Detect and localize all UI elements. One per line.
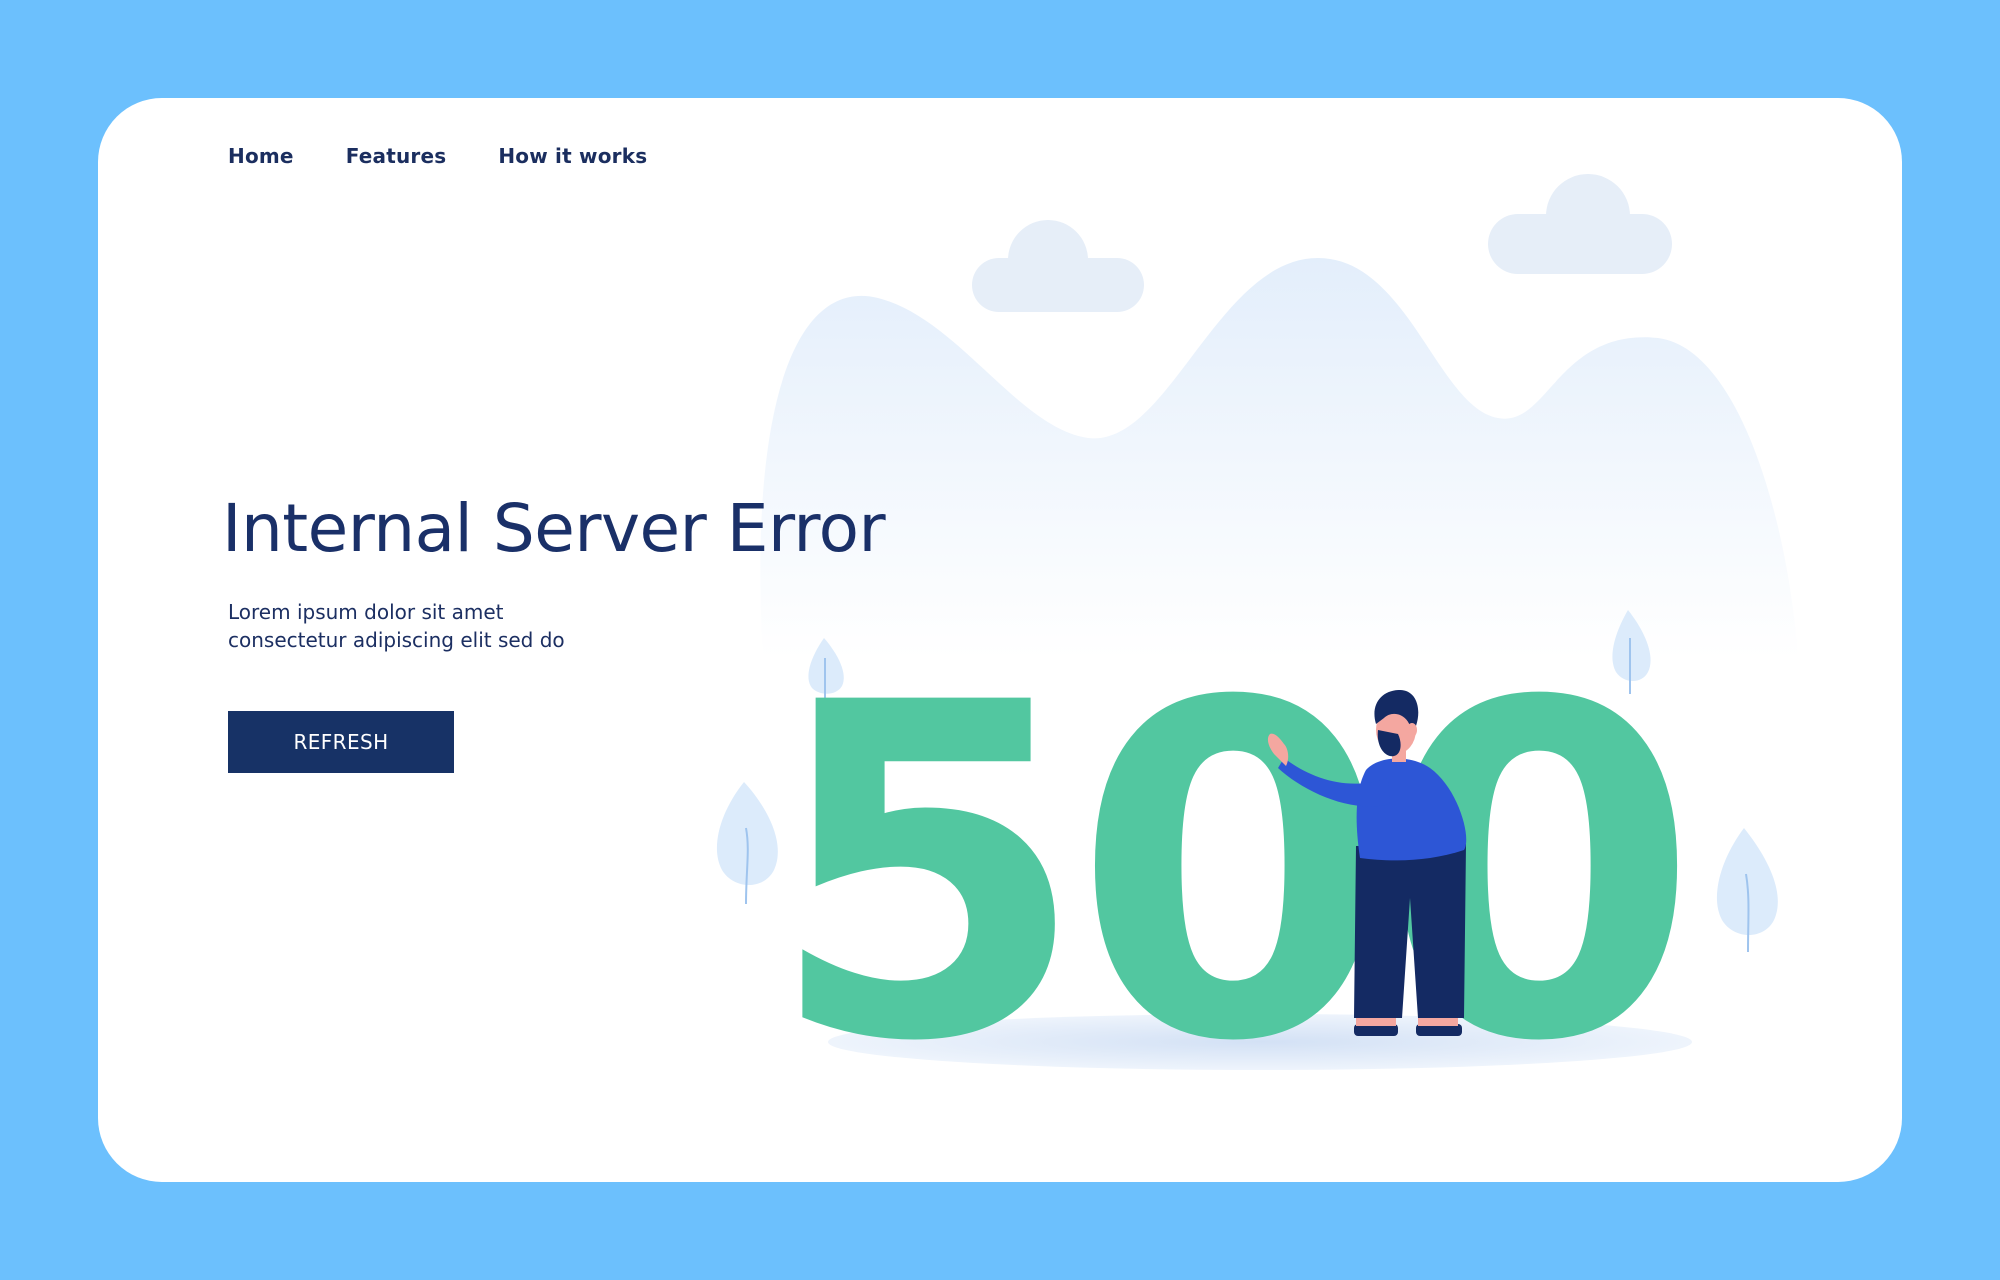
top-nav: Home Features How it works: [228, 144, 647, 168]
description-line-1: Lorem ipsum dolor sit amet: [228, 600, 504, 624]
person-figure: [1267, 690, 1467, 1036]
nav-item-how-it-works[interactable]: How it works: [498, 144, 647, 168]
tree-2: [716, 782, 778, 905]
main-card: 500 Home Features How it works Internal …: [98, 98, 1902, 1182]
error-code-text: 500: [767, 607, 1685, 1142]
page-description: Lorem ipsum dolor sit amet consectetur a…: [228, 598, 648, 654]
tree-3: [1612, 610, 1651, 694]
nav-item-home[interactable]: Home: [228, 144, 294, 168]
ground-shadow: [828, 1014, 1692, 1070]
page-title: Internal Server Error: [222, 490, 886, 567]
tree-1: [808, 638, 844, 706]
cloud-right: [1488, 174, 1672, 274]
cloud-left: [972, 220, 1144, 312]
nav-item-features[interactable]: Features: [346, 144, 447, 168]
description-line-2: consectetur adipiscing elit sed do: [228, 628, 565, 652]
refresh-button[interactable]: REFRESH: [228, 711, 454, 773]
tree-4: [1716, 828, 1778, 953]
background-hills: [760, 258, 1798, 658]
